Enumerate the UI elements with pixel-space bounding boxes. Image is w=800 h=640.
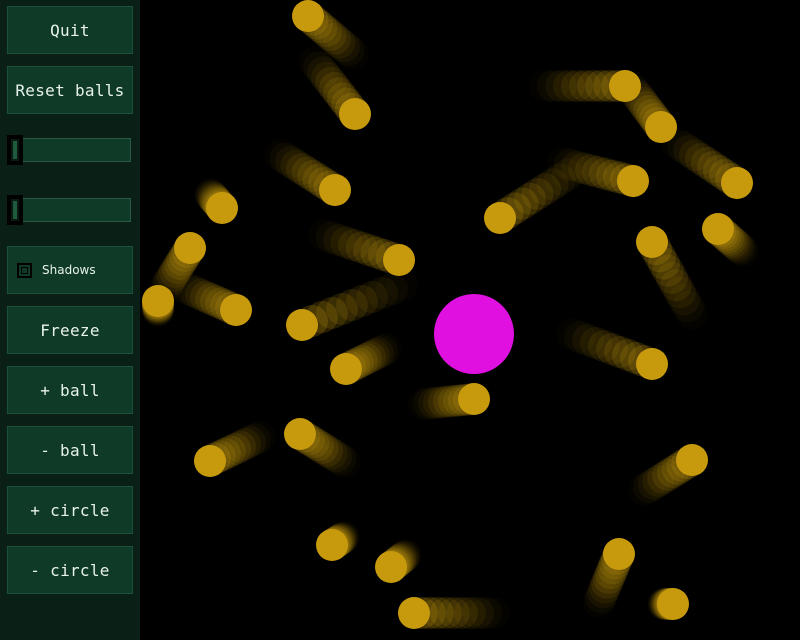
slider-2-handle[interactable] <box>7 195 23 225</box>
ball <box>220 294 252 326</box>
add-ball-button[interactable]: + ball <box>7 366 133 414</box>
ball <box>286 309 318 341</box>
simulation-canvas[interactable] <box>140 0 800 640</box>
slider-2[interactable] <box>7 195 131 225</box>
slider-1[interactable] <box>7 135 131 165</box>
ball <box>375 551 407 583</box>
app-window: Quit Reset balls Shadows Freeze + ball -… <box>0 0 800 640</box>
ball <box>339 98 371 130</box>
remove-circle-button[interactable]: - circle <box>7 546 133 594</box>
ball <box>721 167 753 199</box>
remove-ball-button[interactable]: - ball <box>7 426 133 474</box>
reset-balls-button[interactable]: Reset balls <box>7 66 133 114</box>
ball <box>645 111 677 143</box>
ball <box>194 445 226 477</box>
ball <box>676 444 708 476</box>
ball <box>636 348 668 380</box>
ball <box>383 244 415 276</box>
ball <box>484 202 516 234</box>
ball <box>142 285 174 317</box>
ball <box>617 165 649 197</box>
shadows-checkbox[interactable] <box>17 263 32 278</box>
ball <box>636 226 668 258</box>
ball <box>319 174 351 206</box>
slider-1-handle[interactable] <box>7 135 23 165</box>
quit-button[interactable]: Quit <box>7 6 133 54</box>
ball <box>603 538 635 570</box>
ball <box>316 529 348 561</box>
shadows-toggle[interactable]: Shadows <box>7 246 133 294</box>
control-sidebar: Quit Reset balls Shadows Freeze + ball -… <box>0 0 140 640</box>
add-circle-button[interactable]: + circle <box>7 486 133 534</box>
ball <box>458 383 490 415</box>
ball <box>292 0 324 32</box>
ball <box>702 213 734 245</box>
ball <box>398 597 430 629</box>
ball <box>330 353 362 385</box>
ball <box>609 70 641 102</box>
slider-2-track[interactable] <box>7 198 131 222</box>
ball <box>174 232 206 264</box>
ball <box>284 418 316 450</box>
shadows-label: Shadows <box>42 263 96 277</box>
freeze-button[interactable]: Freeze <box>7 306 133 354</box>
slider-1-track[interactable] <box>7 138 131 162</box>
obstacle-circle <box>434 294 514 374</box>
ball <box>657 588 689 620</box>
ball <box>206 192 238 224</box>
